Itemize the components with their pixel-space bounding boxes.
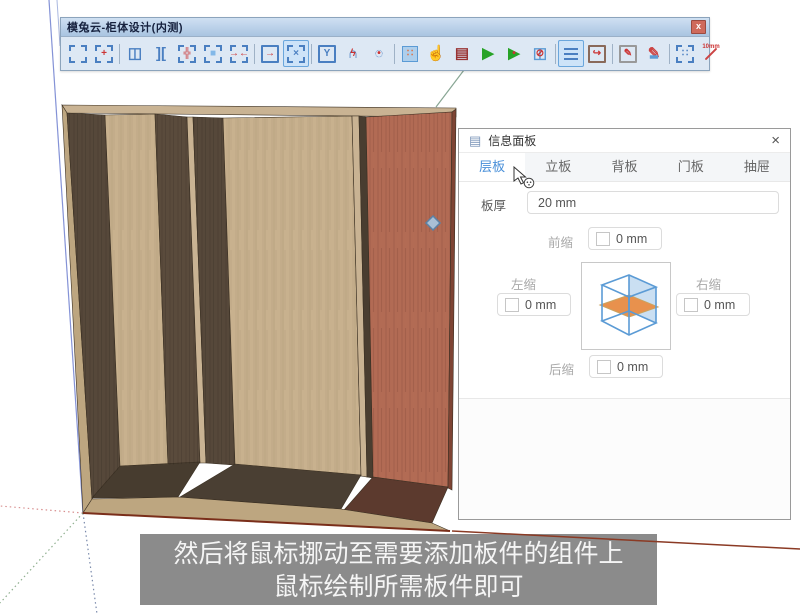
- fill-board-icon[interactable]: ■: [200, 40, 226, 67]
- red-axis-dotted: [0, 506, 83, 513]
- panel-list-icon: ▤: [469, 134, 481, 147]
- left-shrink-input[interactable]: 0 mm: [497, 293, 571, 316]
- toolbar-separator: [669, 44, 670, 64]
- toolbar-separator: [119, 44, 120, 64]
- toolbar-separator: [311, 44, 312, 64]
- shrink-direction-diagram: [581, 262, 671, 350]
- cube-diagram: [582, 263, 670, 349]
- toolbar-title: 模兔云-柜体设计(内测): [67, 19, 691, 35]
- magnet-icon[interactable]: ∩ϟ: [340, 40, 366, 67]
- back-shrink-input[interactable]: 0 mm: [589, 355, 663, 378]
- tutorial-caption: 然后将鼠标挪动至需要添加板件的组件上 鼠标绘制所需板件即可: [140, 534, 657, 605]
- component-cube-icon[interactable]: Y: [314, 40, 340, 67]
- annotate-icon[interactable]: ✎: [615, 40, 641, 67]
- green-axis-dotted: [0, 513, 83, 603]
- caption-line-2: 鼠标绘制所需板件即可: [140, 571, 657, 604]
- right-shrink-label: 右缩: [696, 274, 721, 293]
- tab-shelf-board[interactable]: 层板: [459, 153, 525, 181]
- export-report-icon[interactable]: ↪: [584, 40, 610, 67]
- panel-tabs: 层板 立板 背板 门板 抽屉: [459, 153, 790, 182]
- blue-axis-dotted: [83, 513, 97, 614]
- new-panel-icon[interactable]: [65, 40, 91, 67]
- grain-overlay: [366, 112, 452, 488]
- offset-board-icon[interactable]: →: [257, 40, 283, 67]
- panel-empty-area: [459, 399, 790, 519]
- right-shrink-checkbox[interactable]: [684, 298, 698, 312]
- right-shrink-value: 0 mm: [704, 298, 735, 312]
- thickness-input[interactable]: [527, 191, 779, 214]
- draw-panel-icon[interactable]: +: [91, 40, 117, 67]
- caption-line-1: 然后将鼠标挪动至需要添加板件的组件上: [140, 538, 657, 571]
- front-shrink-value: 0 mm: [616, 232, 647, 246]
- front-shrink-label: 前缩: [548, 232, 573, 251]
- back-shrink-value: 0 mm: [617, 360, 648, 374]
- bounds-icon[interactable]: ∷: [672, 40, 698, 67]
- panel-title: 信息面板: [488, 132, 771, 149]
- toolbar-separator: [394, 44, 395, 64]
- toolbar-close-button[interactable]: x: [691, 20, 706, 34]
- remove-board-icon[interactable]: ×: [283, 40, 309, 67]
- tab-drawer[interactable]: 抽屉: [724, 153, 790, 181]
- list-view-icon[interactable]: [558, 40, 584, 67]
- back-shrink-label: 后缩: [549, 359, 574, 378]
- split-four-icon[interactable]: ╬: [174, 40, 200, 67]
- toolbar-separator: [555, 44, 556, 64]
- left-shrink-label: 左缩: [511, 274, 536, 293]
- back-shrink-checkbox[interactable]: [597, 360, 611, 374]
- plugin-toolbar-window: 模兔云-柜体设计(内测) x +◫][╬■→←→×Y∩ϟ◌•∷☝▤▶▶•◫⊘↪✎…: [60, 17, 710, 71]
- cancel-generate-icon[interactable]: ◫⊘: [527, 40, 553, 67]
- points-circle-icon[interactable]: ◌•: [366, 40, 392, 67]
- toolbar-separator: [254, 44, 255, 64]
- panel-close-button[interactable]: ×: [771, 133, 780, 148]
- toolbar-titlebar[interactable]: 模兔云-柜体设计(内测) x: [61, 18, 709, 37]
- right-shrink-input[interactable]: 0 mm: [676, 293, 750, 316]
- front-shrink-input[interactable]: 0 mm: [588, 227, 662, 250]
- report-doc-icon[interactable]: ▤: [449, 40, 475, 67]
- hand-tool-icon[interactable]: ☝: [423, 40, 449, 67]
- toolbar-separator: [612, 44, 613, 64]
- batch-generate-icon[interactable]: ▶•: [501, 40, 527, 67]
- cabinet-component[interactable]: [62, 105, 456, 531]
- app-screen: 然后将鼠标挪动至需要添加板件的组件上 鼠标绘制所需板件即可 模兔云-柜体设计(内…: [0, 0, 800, 614]
- stamp-icon[interactable]: ✎▂: [641, 40, 667, 67]
- tab-door-board[interactable]: 门板: [658, 153, 724, 181]
- generate-icon[interactable]: ▶: [475, 40, 501, 67]
- info-panel-header: ▤ 信息面板 ×: [459, 129, 790, 153]
- left-shrink-value: 0 mm: [525, 298, 556, 312]
- tab-vertical-board[interactable]: 立板: [525, 153, 591, 181]
- connect-boards-icon[interactable]: ][: [148, 40, 174, 67]
- shrink-board-icon[interactable]: →←: [226, 40, 252, 67]
- toolbar-icons: +◫][╬■→←→×Y∩ϟ◌•∷☝▤▶▶•◫⊘↪✎✎▂∷10mm: [61, 37, 709, 70]
- vertical-boards-icon[interactable]: ◫: [122, 40, 148, 67]
- inference-line: [436, 70, 464, 107]
- left-shrink-checkbox[interactable]: [505, 298, 519, 312]
- tab-back-board[interactable]: 背板: [591, 153, 657, 181]
- info-panel: ▤ 信息面板 × 层板 立板 背板 门板 抽屉 板厚 前缩 0 mm 左缩 0 …: [458, 128, 791, 520]
- thickness-label: 板厚: [481, 195, 506, 214]
- grain-overlay: [223, 116, 361, 476]
- dimension-icon[interactable]: 10mm: [698, 40, 724, 67]
- front-shrink-checkbox[interactable]: [596, 232, 610, 246]
- select-face-icon[interactable]: ∷: [397, 40, 423, 67]
